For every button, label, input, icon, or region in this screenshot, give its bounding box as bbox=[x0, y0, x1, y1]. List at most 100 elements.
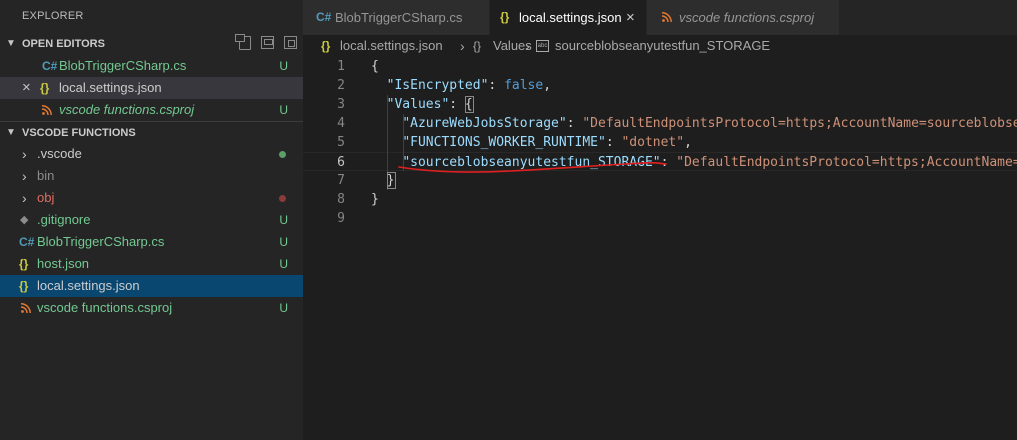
line-number: 3 bbox=[337, 97, 345, 112]
folder-label: VSCODE FUNCTIONS bbox=[22, 127, 136, 139]
tab-local-settings[interactable]: {} local.settings.json × bbox=[490, 0, 646, 35]
line-number: 4 bbox=[337, 116, 345, 131]
editor-tab-bar: C# BlobTriggerCSharp.cs {} local.setting… bbox=[303, 0, 1017, 35]
tree-file-csproj[interactable]: vscode functions.csproj U bbox=[0, 297, 303, 319]
tree-file-host[interactable]: {} host.json U bbox=[0, 253, 303, 275]
tree-folder-vscode[interactable]: › .vscode bbox=[0, 143, 303, 165]
open-editor-item[interactable]: C# BlobTriggerCSharp.cs U bbox=[0, 55, 303, 77]
breadcrumb-key[interactable]: sourceblobseanyutestfun_STORAGE bbox=[555, 35, 770, 57]
json-file-icon: {} bbox=[40, 81, 50, 95]
code-text: "AzureWebJobsStorage": "DefaultEndpoints… bbox=[371, 114, 1017, 133]
git-status-badge: U bbox=[279, 235, 288, 249]
tab-label: local.settings.json bbox=[519, 10, 622, 25]
folder-header[interactable]: ▼ VSCODE FUNCTIONS bbox=[0, 121, 303, 143]
code-token: "DefaultEndpointsProtocol=https;AccountN… bbox=[582, 116, 1017, 131]
open-editor-name: vscode functions.csproj bbox=[59, 102, 195, 117]
git-status-badge: U bbox=[279, 257, 288, 271]
gitignore-file-icon: ◆ bbox=[20, 214, 29, 226]
code-token: "IsEncrypted" bbox=[386, 78, 489, 93]
code-text: "IsEncrypted": false, bbox=[371, 76, 551, 95]
code-line[interactable]: 8} bbox=[303, 190, 1017, 209]
bracket-match-highlight bbox=[387, 172, 396, 189]
code-token: "DefaultEndpointsProtocol=https;AccountN… bbox=[676, 155, 1017, 170]
git-status-badge: U bbox=[279, 213, 288, 227]
tab-blobtrigger[interactable]: C# BlobTriggerCSharp.cs bbox=[303, 0, 489, 35]
tab-label: BlobTriggerCSharp.cs bbox=[335, 10, 463, 25]
rss-file-icon bbox=[20, 297, 31, 319]
code-token: , bbox=[684, 135, 692, 150]
code-line[interactable]: 2 "IsEncrypted": false, bbox=[303, 76, 1017, 95]
string-icon: abc bbox=[536, 40, 549, 52]
indent-guide bbox=[403, 114, 404, 171]
line-number: 8 bbox=[337, 192, 345, 207]
code-token: , bbox=[543, 78, 552, 93]
breadcrumb-separator: › bbox=[460, 38, 465, 54]
rss-file-icon bbox=[661, 0, 672, 35]
git-status-dot bbox=[279, 195, 286, 202]
code-line[interactable]: 5 "FUNCTIONS_WORKER_RUNTIME": "dotnet", bbox=[303, 133, 1017, 152]
code-token: "dotnet" bbox=[621, 135, 685, 150]
code-line[interactable]: 1{ bbox=[303, 57, 1017, 76]
line-number: 1 bbox=[337, 59, 345, 74]
code-token: { bbox=[371, 59, 379, 74]
code-token: : bbox=[605, 135, 622, 150]
save-all-icon[interactable] bbox=[261, 36, 274, 49]
tree-folder-obj[interactable]: › obj bbox=[0, 187, 303, 209]
breadcrumb-separator: › bbox=[525, 38, 530, 54]
code-line[interactable]: 9 bbox=[303, 209, 1017, 228]
close-icon[interactable]: × bbox=[22, 77, 31, 99]
close-icon[interactable]: × bbox=[626, 0, 635, 35]
tree-item-name: .gitignore bbox=[37, 212, 91, 227]
tree-file-blobtrigger[interactable]: C# BlobTriggerCSharp.cs U bbox=[0, 231, 303, 253]
code-token: } bbox=[371, 192, 379, 207]
line-number: 2 bbox=[337, 78, 345, 93]
tree-item-name: .vscode bbox=[37, 146, 82, 161]
json-file-icon: {} bbox=[321, 39, 331, 53]
code-text: "FUNCTIONS_WORKER_RUNTIME": "dotnet", bbox=[371, 133, 692, 152]
close-all-icon[interactable] bbox=[284, 36, 297, 49]
chevron-right-icon: › bbox=[22, 190, 27, 206]
chevron-down-icon: ▼ bbox=[6, 127, 16, 138]
code-token: "AzureWebJobsStorage" bbox=[402, 116, 567, 131]
bracket-match-highlight bbox=[465, 96, 474, 113]
code-text: { bbox=[371, 57, 379, 76]
tree-file-gitignore[interactable]: ◆ .gitignore U bbox=[0, 209, 303, 231]
code-line[interactable]: 7 } bbox=[303, 171, 1017, 190]
code-token: : bbox=[566, 116, 583, 131]
open-editors-actions bbox=[235, 34, 297, 50]
csharp-file-icon: C# bbox=[42, 59, 58, 73]
object-icon: {} bbox=[473, 39, 482, 53]
open-editors-label: OPEN EDITORS bbox=[22, 38, 105, 50]
chevron-down-icon: ▼ bbox=[6, 38, 16, 49]
code-line[interactable]: 3 "Values": { bbox=[303, 95, 1017, 114]
code-token: "sourceblobseanyutestfun_STORAGE" bbox=[402, 155, 661, 170]
git-status-badge: U bbox=[279, 59, 288, 73]
breadcrumb: {} local.settings.json › {} Values › abc… bbox=[303, 35, 1017, 57]
tab-csproj[interactable]: vscode functions.csproj bbox=[647, 0, 839, 35]
git-status-badge: U bbox=[279, 103, 288, 117]
tab-label: vscode functions.csproj bbox=[679, 10, 815, 25]
open-editors-header[interactable]: ▼ OPEN EDITORS bbox=[0, 33, 303, 55]
open-editor-item[interactable]: × {} local.settings.json bbox=[0, 77, 303, 99]
line-number: 6 bbox=[337, 155, 345, 170]
explorer-sidebar: EXPLORER ▼ OPEN EDITORS C# BlobTriggerCS… bbox=[0, 0, 303, 440]
csharp-file-icon: C# bbox=[316, 10, 332, 24]
line-number: 9 bbox=[337, 211, 345, 226]
tree-item-name: obj bbox=[37, 190, 55, 205]
open-editor-item[interactable]: vscode functions.csproj U bbox=[0, 99, 303, 121]
tree-file-local-settings[interactable]: {} local.settings.json bbox=[0, 275, 303, 297]
chevron-right-icon: › bbox=[22, 168, 27, 184]
code-token: "FUNCTIONS_WORKER_RUNTIME" bbox=[402, 135, 606, 150]
code-line[interactable]: 4 "AzureWebJobsStorage": "DefaultEndpoin… bbox=[303, 114, 1017, 133]
new-untitled-file-icon[interactable] bbox=[235, 34, 251, 50]
git-status-badge: U bbox=[279, 301, 288, 315]
code-editor[interactable]: 1{2 "IsEncrypted": false, 3 "Values": {4 … bbox=[303, 57, 1017, 440]
code-text: } bbox=[371, 190, 379, 209]
code-line[interactable]: 6 "sourceblobseanyutestfun_STORAGE": "De… bbox=[303, 152, 1017, 171]
tree-item-name: host.json bbox=[37, 256, 90, 271]
tree-item-name: vscode functions.csproj bbox=[37, 300, 173, 315]
tree-folder-bin[interactable]: › bin bbox=[0, 165, 303, 187]
breadcrumb-file[interactable]: local.settings.json bbox=[340, 35, 443, 57]
